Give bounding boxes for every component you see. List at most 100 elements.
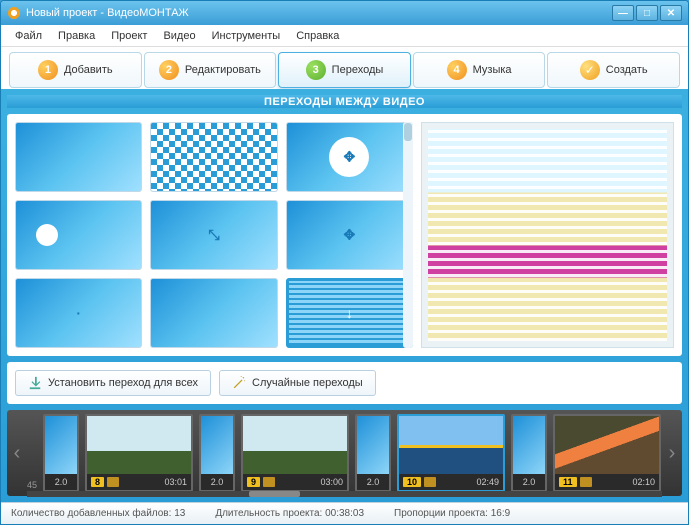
button-label: Случайные переходы xyxy=(252,377,363,389)
clip-number: 11 xyxy=(559,477,577,487)
tab-edit[interactable]: 2 Редактировать xyxy=(144,52,277,88)
transition-clip[interactable]: 2.0 xyxy=(511,414,547,492)
random-button[interactable]: Случайные переходы xyxy=(219,370,376,396)
titlebar: Новый проект - ВидеоМОНТАЖ — □ ✕ xyxy=(1,1,688,25)
status-label: Количество добавленных файлов: xyxy=(11,508,171,519)
scroll-thumb[interactable] xyxy=(249,491,300,497)
timeline-prev-button[interactable]: ‹ xyxy=(9,438,25,468)
video-clip[interactable]: 9 03:00 xyxy=(241,414,349,492)
timeline-scrollbar[interactable] xyxy=(27,491,662,497)
preview-transition-overlay xyxy=(428,129,667,341)
transition-thumb[interactable]: ⤡ xyxy=(150,200,277,270)
transition-thumb[interactable]: ✥ xyxy=(286,200,413,270)
menu-tools[interactable]: Инструменты xyxy=(204,28,289,44)
gradient-icon xyxy=(151,279,276,347)
clip-time: 02:49 xyxy=(476,477,499,487)
step-tabs: 1 Добавить 2 Редактировать 3 Переходы 4 … xyxy=(1,47,688,89)
scroll-thumb[interactable] xyxy=(404,123,412,141)
edit-icon[interactable] xyxy=(580,477,592,487)
status-value: 16:9 xyxy=(491,508,510,519)
button-label: Установить переход для всех xyxy=(48,377,198,389)
tab-create[interactable]: ✓ Создать xyxy=(547,52,680,88)
clip-thumbnail xyxy=(555,416,659,474)
menu-edit[interactable]: Правка xyxy=(50,28,103,44)
clip-time: 03:00 xyxy=(320,477,343,487)
download-icon xyxy=(28,376,42,390)
video-clip-selected[interactable]: 10 02:49 xyxy=(397,414,505,492)
transition-clip[interactable]: 2.0 xyxy=(355,414,391,492)
transition-thumb[interactable] xyxy=(150,278,277,348)
edit-icon[interactable] xyxy=(424,477,436,487)
maximize-button[interactable]: □ xyxy=(636,5,658,21)
clip-thumbnail xyxy=(357,416,389,474)
clip-time: 02:10 xyxy=(632,477,655,487)
edit-icon[interactable] xyxy=(263,477,275,487)
status-value: 00:38:03 xyxy=(325,508,364,519)
checker-icon xyxy=(151,123,276,191)
clip-thumbnail xyxy=(243,416,347,474)
clip-number: 8 xyxy=(91,477,104,487)
app-icon xyxy=(7,6,21,20)
transition-duration: 2.0 xyxy=(211,477,224,487)
video-clip[interactable]: 11 02:10 xyxy=(553,414,661,492)
wand-icon xyxy=(232,376,246,390)
main-content: ПЕРЕХОДЫ МЕЖДУ ВИДЕО ✥ ⤡ ✥ · ↓ xyxy=(1,89,688,502)
step-number-icon: 2 xyxy=(159,60,179,80)
circle-icon xyxy=(16,201,141,269)
scrollbar[interactable] xyxy=(403,122,413,348)
menu-help[interactable]: Справка xyxy=(288,28,347,44)
tab-label: Редактировать xyxy=(185,64,261,76)
apply-all-button[interactable]: Установить переход для всех xyxy=(15,370,211,396)
transition-clip[interactable]: 2.0 xyxy=(43,414,79,492)
move-icon: ✥ xyxy=(343,227,355,244)
tab-transitions[interactable]: 3 Переходы xyxy=(278,52,411,88)
tab-label: Переходы xyxy=(332,64,384,76)
arrow-down-icon: ↓ xyxy=(346,305,353,321)
video-clip[interactable]: 8 03:01 xyxy=(85,414,193,492)
status-label: Пропорции проекта: xyxy=(394,508,488,519)
edit-icon[interactable] xyxy=(107,477,119,487)
clip-thumbnail xyxy=(45,416,77,474)
transition-thumb[interactable] xyxy=(15,200,142,270)
dot-icon: · xyxy=(76,305,81,321)
status-label: Длительность проекта: xyxy=(215,508,322,519)
transition-thumb[interactable]: · xyxy=(15,278,142,348)
menu-file[interactable]: Файл xyxy=(7,28,50,44)
tab-label: Создать xyxy=(606,64,648,76)
step-number-icon: 4 xyxy=(447,60,467,80)
clip-thumbnail xyxy=(201,416,233,474)
clip-time: 03:01 xyxy=(164,477,187,487)
clip-number: 10 xyxy=(403,477,421,487)
clip-thumbnail xyxy=(513,416,545,474)
statusbar: Количество добавленных файлов: 13 Длител… xyxy=(1,502,688,524)
transition-duration: 2.0 xyxy=(55,477,68,487)
minimize-button[interactable]: — xyxy=(612,5,634,21)
clip-number: 9 xyxy=(247,477,260,487)
clip-thumbnail xyxy=(87,416,191,474)
timeline-start-marker: 45 xyxy=(27,480,37,490)
transition-thumb[interactable]: ✥ xyxy=(286,122,413,192)
tab-add[interactable]: 1 Добавить xyxy=(9,52,142,88)
clip-thumbnail xyxy=(399,416,503,474)
expand-icon: ⤡ xyxy=(208,227,219,244)
menu-video[interactable]: Видео xyxy=(155,28,203,44)
check-icon: ✓ xyxy=(580,60,600,80)
menu-project[interactable]: Проект xyxy=(103,28,155,44)
transition-thumb[interactable] xyxy=(15,122,142,192)
transition-thumb[interactable] xyxy=(150,122,277,192)
timeline-next-button[interactable]: › xyxy=(664,438,680,468)
gradient-icon xyxy=(16,123,141,191)
menubar: Файл Правка Проект Видео Инструменты Спр… xyxy=(1,25,688,47)
timeline: ‹ › 45 2.0 8 03:01 2.0 9 03:00 2.0 xyxy=(7,410,682,496)
transition-clip[interactable]: 2.0 xyxy=(199,414,235,492)
tab-label: Музыка xyxy=(473,64,512,76)
transition-thumb-selected[interactable]: ↓ xyxy=(286,278,413,348)
step-number-icon: 1 xyxy=(38,60,58,80)
tab-music[interactable]: 4 Музыка xyxy=(413,52,546,88)
transitions-grid: ✥ ⤡ ✥ · ↓ xyxy=(15,122,413,348)
transition-duration: 2.0 xyxy=(523,477,536,487)
preview-pane xyxy=(421,122,674,348)
app-window: Новый проект - ВидеоМОНТАЖ — □ ✕ Файл Пр… xyxy=(0,0,689,525)
close-button[interactable]: ✕ xyxy=(660,5,682,21)
status-ratio: Пропорции проекта: 16:9 xyxy=(394,508,510,519)
